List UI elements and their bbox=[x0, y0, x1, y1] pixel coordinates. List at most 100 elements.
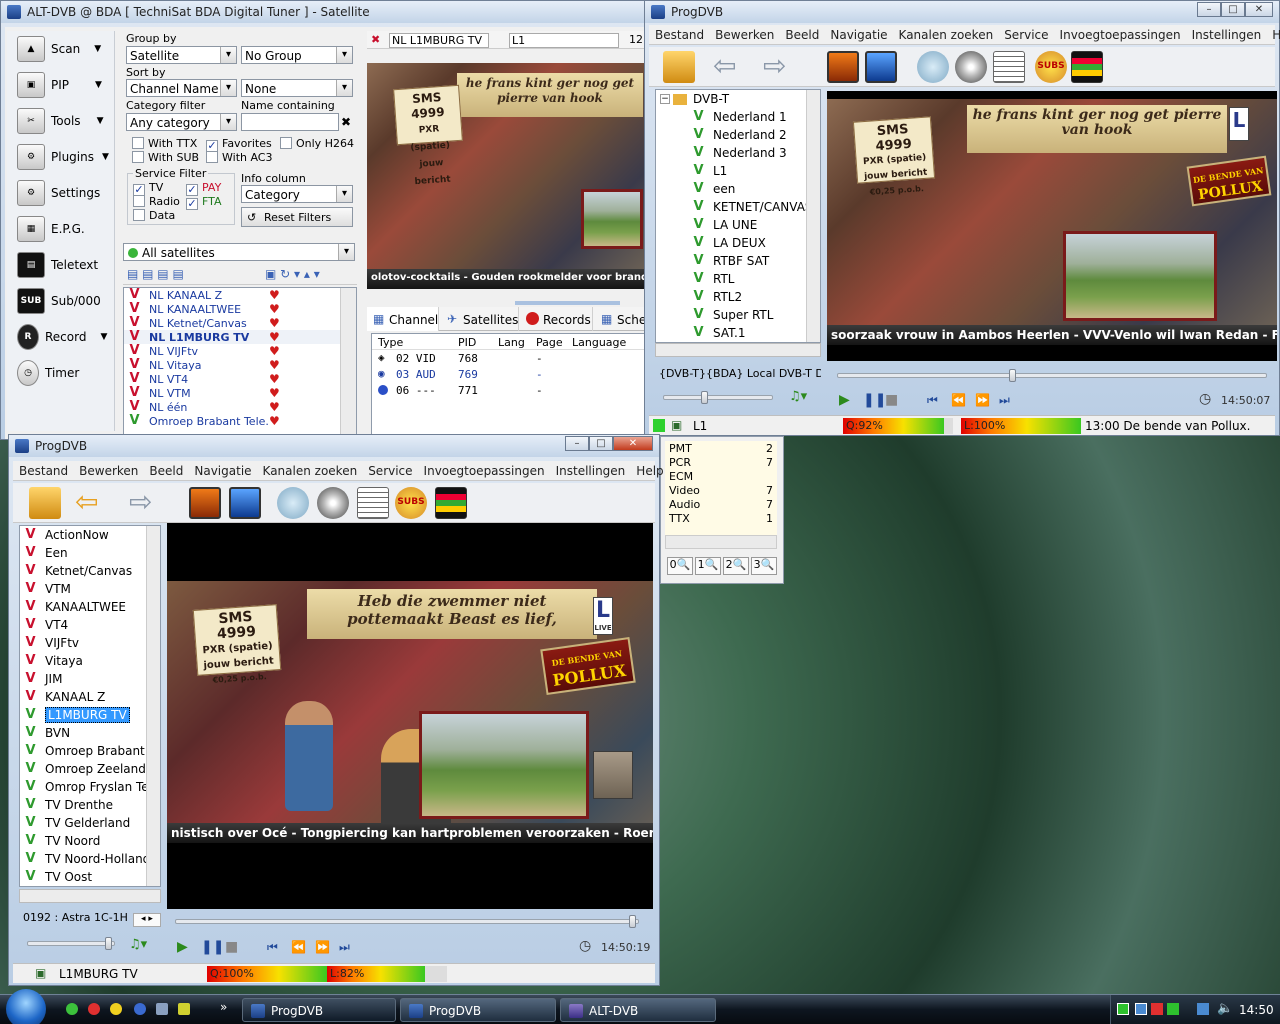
list-item[interactable]: V KANAAL Z bbox=[20, 688, 160, 706]
list-item[interactable]: V TV Gelderland bbox=[20, 814, 160, 832]
favorites-checkbox[interactable]: ✓ Favorites bbox=[206, 137, 272, 152]
fast-forward-button[interactable]: ⏩ bbox=[315, 940, 330, 954]
list-item[interactable]: V TV Noord bbox=[20, 832, 160, 850]
list-item[interactable]: V VTM bbox=[20, 580, 160, 598]
pid-row[interactable]: ◉ 03 AUD 769 - bbox=[372, 366, 654, 382]
search-channels-icon[interactable] bbox=[917, 51, 949, 83]
taskbar-progdvb-2[interactable]: ProgDVB bbox=[400, 998, 556, 1022]
record-button[interactable]: R Record ▼ bbox=[17, 321, 107, 353]
volume-slider[interactable] bbox=[27, 941, 115, 946]
subtitles-button[interactable]: SUB Sub/000 bbox=[17, 285, 101, 317]
tree-channel-item[interactable]: V RTL2 bbox=[656, 288, 820, 306]
favorite-heart-icon[interactable]: ♥ bbox=[269, 288, 280, 302]
group-by-select[interactable]: Satellite bbox=[126, 46, 237, 64]
altdvb-splitter[interactable] bbox=[515, 301, 620, 305]
zoom-0-button[interactable]: 0🔍 bbox=[667, 557, 693, 575]
scrollbar[interactable] bbox=[146, 526, 160, 886]
pay-checkbox[interactable]: ✓ PAY bbox=[186, 181, 221, 196]
skip-end-button[interactable]: ⏭ bbox=[999, 393, 1010, 408]
back-arrow-icon[interactable]: ⇦ bbox=[713, 51, 745, 83]
progdvb-top-video[interactable]: he frans kint ger nog get pierre van hoo… bbox=[827, 91, 1277, 361]
tree-channel-item[interactable]: V Super RTL bbox=[656, 306, 820, 324]
rewind-button[interactable]: ⏪ bbox=[291, 940, 306, 954]
menu-navigatie[interactable]: Navigatie bbox=[824, 25, 892, 42]
tree-channel-item[interactable]: V LA DEUX bbox=[656, 234, 820, 252]
radio-checkbox[interactable]: Radio bbox=[133, 195, 180, 208]
volume-thumb[interactable] bbox=[105, 937, 112, 950]
menu-bestand[interactable]: Bestand bbox=[13, 461, 73, 478]
favorite-heart-icon[interactable]: ♥ bbox=[269, 316, 280, 330]
favorite-heart-icon[interactable]: ♥ bbox=[269, 358, 280, 372]
channel-row[interactable]: V Omroep Brabant Tele... ♥ bbox=[124, 414, 356, 428]
close-button[interactable]: ✕ bbox=[613, 436, 653, 451]
list-item[interactable]: V L1MBURG TV bbox=[20, 706, 160, 724]
list-item[interactable]: V TV Oost bbox=[20, 868, 160, 886]
menu-invoegtoepassingen[interactable]: Invoegtoepassingen bbox=[418, 461, 550, 478]
list-hscrollbar[interactable] bbox=[19, 889, 161, 903]
source-nav[interactable]: ◂ ▸ bbox=[133, 913, 161, 927]
favorite-heart-icon[interactable]: ♥ bbox=[269, 372, 280, 386]
list-item[interactable]: V KANAALTWEE bbox=[20, 598, 160, 616]
subtitles-icon[interactable]: SUBS bbox=[395, 487, 427, 519]
zoom-1-button[interactable]: 1🔍 bbox=[695, 557, 721, 575]
list-item[interactable]: V Omroep Brabant T bbox=[20, 742, 160, 760]
menu-service[interactable]: Service bbox=[998, 25, 1053, 42]
list-item[interactable]: V BVN bbox=[20, 724, 160, 742]
minimize-button[interactable]: – bbox=[565, 436, 589, 451]
menu-service[interactable]: Service bbox=[362, 461, 417, 478]
tree-channel-item[interactable]: V LA UNE bbox=[656, 216, 820, 234]
category-select[interactable]: Any category bbox=[126, 113, 237, 131]
menu-bewerken[interactable]: Bewerken bbox=[73, 461, 143, 478]
pause-button[interactable]: ❚❚ bbox=[863, 392, 886, 408]
teletext-button[interactable]: ▤ Teletext bbox=[17, 249, 98, 281]
scrollbar[interactable] bbox=[340, 288, 356, 434]
close-icon[interactable]: ✖ bbox=[371, 33, 380, 46]
epg-list-icon[interactable] bbox=[357, 487, 389, 519]
seek-thumb[interactable] bbox=[1009, 369, 1016, 382]
maximize-button[interactable]: □ bbox=[589, 436, 613, 451]
list-item[interactable]: V JIM bbox=[20, 670, 160, 688]
menu-beeld[interactable]: Beeld bbox=[143, 461, 188, 478]
menu-beeld[interactable]: Beeld bbox=[779, 25, 824, 42]
skip-start-button[interactable]: ⏮ bbox=[267, 940, 278, 955]
open-folder-icon[interactable] bbox=[29, 487, 61, 519]
epg-list-icon[interactable] bbox=[993, 51, 1025, 83]
stop-button[interactable]: ■ bbox=[885, 392, 898, 408]
data-checkbox[interactable]: Data bbox=[133, 209, 175, 222]
info-column-select[interactable]: Category bbox=[241, 185, 353, 203]
satellite-select[interactable]: All satellites bbox=[123, 243, 355, 261]
tree-channel-item[interactable]: V RTBF SAT bbox=[656, 252, 820, 270]
skip-start-button[interactable]: ⏮ bbox=[927, 393, 938, 408]
tree-root[interactable]: − DVB-T bbox=[656, 90, 820, 108]
progdvb-top-titlebar[interactable]: ProgDVB bbox=[645, 1, 1279, 23]
with-ttx-checkbox[interactable]: With TTX bbox=[132, 137, 197, 150]
volume-slider[interactable] bbox=[663, 395, 773, 400]
taskbar-altdvb[interactable]: ALT-DVB bbox=[560, 998, 716, 1022]
tree-channel-item[interactable]: V Nederland 2 bbox=[656, 126, 820, 144]
channel-row[interactable]: V NL KANAAL Z ♥ bbox=[124, 288, 356, 302]
tree-hscrollbar[interactable] bbox=[655, 343, 821, 357]
overflow-chevron-icon[interactable]: » bbox=[220, 1000, 227, 1014]
subtitles-icon[interactable]: SUBS bbox=[1035, 51, 1067, 83]
play-button[interactable]: ▶ bbox=[177, 939, 188, 955]
menu-navigatie[interactable]: Navigatie bbox=[188, 461, 256, 478]
seek-thumb[interactable] bbox=[629, 915, 636, 928]
channel-row[interactable]: V NL Ketnet/Canvas ♥ bbox=[124, 316, 356, 330]
stop-button[interactable]: ■ bbox=[225, 939, 238, 955]
tree-channel-item[interactable]: V SAT.1 bbox=[656, 324, 820, 342]
only-h264-checkbox[interactable]: Only H264 bbox=[280, 137, 354, 150]
info-scrollbar[interactable] bbox=[665, 535, 777, 549]
start-button[interactable] bbox=[6, 989, 46, 1024]
tree-channel-item[interactable]: V Nederland 3 bbox=[656, 144, 820, 162]
pip-button[interactable]: ▣ PIP ▼ bbox=[17, 69, 102, 101]
pause-button[interactable]: ❚❚ bbox=[201, 939, 224, 955]
search-channels-icon[interactable] bbox=[277, 487, 309, 519]
altdvb-video[interactable]: he frans kint ger nog get pierre van hook… bbox=[367, 63, 645, 289]
menu-kanalen-zoeken[interactable]: Kanalen zoeken bbox=[893, 25, 999, 42]
teletext-icon[interactable] bbox=[1071, 51, 1103, 83]
list-item[interactable]: V VIJFtv bbox=[20, 634, 160, 652]
audio-icon[interactable]: ♫▾ bbox=[789, 389, 807, 404]
quick-launch-icon[interactable] bbox=[156, 1003, 168, 1015]
menu-help[interactable]: Help bbox=[1266, 25, 1280, 42]
with-ac3-checkbox[interactable]: With AC3 bbox=[206, 151, 272, 164]
